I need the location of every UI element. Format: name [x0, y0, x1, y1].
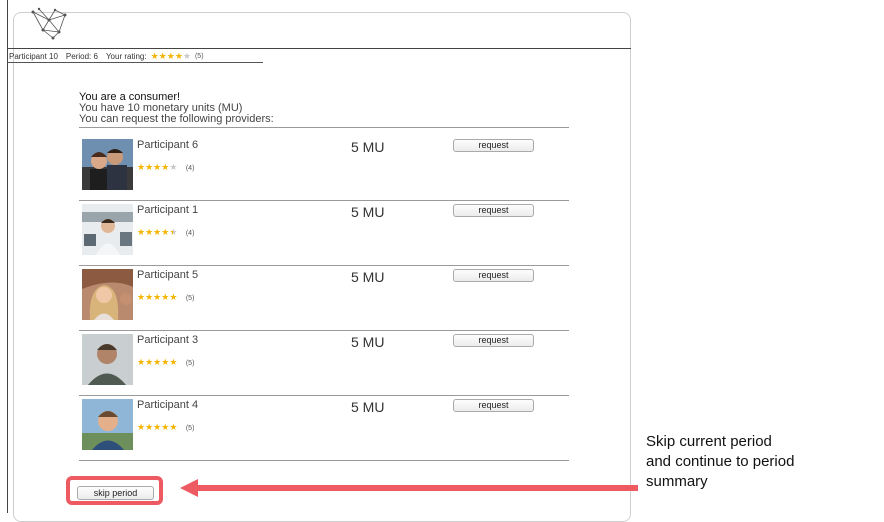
- participant-id: Participant 10: [9, 52, 58, 61]
- provider-name: Participant 3: [137, 334, 199, 346]
- provider-name: Participant 4: [137, 399, 199, 411]
- provider-name: Participant 6: [137, 139, 199, 151]
- annotation-arrow: [180, 479, 638, 497]
- request-button[interactable]: request: [453, 139, 534, 152]
- provider-avatar: [82, 334, 133, 385]
- star-icon: ★: [145, 292, 154, 302]
- star-icon: ★: [169, 357, 178, 367]
- star-icon: ★: [166, 51, 175, 61]
- star-icon: ★: [161, 162, 170, 172]
- provider-avatar: [82, 399, 133, 450]
- star-icon: ★: [169, 162, 178, 172]
- star-icon: ★: [145, 422, 154, 432]
- provider-row: Participant 1 ★ ★ ★ ★ ★ (4) 5 MU request: [79, 202, 569, 268]
- star-icon: ★: [169, 227, 178, 237]
- star-icon: ★: [169, 422, 178, 432]
- annotation-line-1: Skip current period: [646, 433, 772, 450]
- provider-rating-count: (4): [185, 230, 195, 237]
- provider-rating: ★ ★ ★ ★ ★ (5): [137, 352, 194, 370]
- star-icon: ★: [137, 162, 146, 172]
- star-icon: ★: [145, 357, 154, 367]
- provider-price: 5 MU: [351, 269, 385, 285]
- period-label: Period: 6: [65, 52, 98, 61]
- intro-divider: [79, 127, 569, 128]
- star-icon: ★: [161, 292, 170, 302]
- star-icon: ★: [169, 292, 178, 302]
- row-divider: [79, 460, 569, 461]
- star-icon: ★: [161, 357, 170, 367]
- annotation-line-3: summary: [646, 473, 708, 490]
- star-icon: ★: [137, 422, 146, 432]
- skip-period-button[interactable]: skip period: [77, 486, 154, 500]
- provider-rating-stars: ★ ★ ★ ★ ★: [137, 358, 177, 367]
- network-logo-icon: [31, 7, 67, 40]
- provider-row: Participant 6 ★ ★ ★ ★ ★ (4) 5 MU request: [79, 137, 569, 203]
- star-icon: ★: [158, 51, 167, 61]
- header-divider: [7, 48, 631, 49]
- provider-rating-count: (4): [185, 165, 195, 172]
- your-rating-count: (5): [194, 53, 204, 60]
- star-icon: ★: [161, 422, 170, 432]
- your-rating-label: Your rating:: [105, 52, 147, 61]
- provider-row: Participant 3 ★ ★ ★ ★ ★ (5) 5 MU request: [79, 332, 569, 398]
- star-icon: ★: [153, 292, 162, 302]
- provider-rating-count: (5): [185, 360, 195, 367]
- provider-rating-stars: ★ ★ ★ ★ ★: [137, 228, 177, 237]
- provider-rating: ★ ★ ★ ★ ★ (4): [137, 222, 194, 240]
- left-frame-line: [7, 0, 8, 513]
- row-divider: [79, 200, 569, 201]
- provider-rating-stars: ★ ★ ★ ★ ★: [137, 293, 177, 302]
- provider-rating: ★ ★ ★ ★ ★ (5): [137, 417, 194, 435]
- provider-row: Participant 4 ★ ★ ★ ★ ★ (5) 5 MU request: [79, 397, 569, 463]
- star-icon: ★: [137, 357, 146, 367]
- provider-price: 5 MU: [351, 334, 385, 350]
- request-button[interactable]: request: [453, 399, 534, 412]
- provider-price: 5 MU: [351, 399, 385, 415]
- provider-price: 5 MU: [351, 139, 385, 155]
- star-icon: ★: [150, 51, 159, 61]
- row-divider: [79, 265, 569, 266]
- provider-avatar: [82, 204, 133, 255]
- provider-name: Participant 5: [137, 269, 199, 281]
- provider-rating: ★ ★ ★ ★ ★ (5): [137, 287, 194, 305]
- your-rating-stars: ★ ★ ★ ★ ★: [151, 52, 191, 61]
- request-button[interactable]: request: [453, 204, 534, 217]
- star-icon: ★: [153, 227, 162, 237]
- provider-rating-stars: ★ ★ ★ ★ ★: [137, 423, 177, 432]
- request-button[interactable]: request: [453, 334, 534, 347]
- star-icon: ★: [145, 162, 154, 172]
- consumer-intro: You are a consumer! You have 10 monetary…: [79, 92, 274, 125]
- star-icon: ★: [182, 51, 191, 61]
- annotation-line-2: and continue to period: [646, 453, 795, 470]
- request-instruction: You can request the following providers:: [79, 113, 274, 125]
- row-divider: [79, 330, 569, 331]
- provider-rating-count: (5): [185, 295, 195, 302]
- provider-row: Participant 5 ★ ★ ★ ★ ★ (5) 5 MU request: [79, 267, 569, 333]
- provider-avatar: [82, 269, 133, 320]
- star-icon: ★: [145, 227, 154, 237]
- star-icon: ★: [153, 162, 162, 172]
- star-icon: ★: [153, 422, 162, 432]
- provider-rating: ★ ★ ★ ★ ★ (4): [137, 157, 194, 175]
- provider-rating-stars: ★ ★ ★ ★ ★: [137, 163, 177, 172]
- request-button[interactable]: request: [453, 269, 534, 282]
- star-icon: ★: [153, 357, 162, 367]
- star-icon: ★: [137, 227, 146, 237]
- status-underline: [7, 62, 263, 63]
- provider-rating-count: (5): [185, 425, 195, 432]
- provider-price: 5 MU: [351, 204, 385, 220]
- row-divider: [79, 395, 569, 396]
- annotation-text: Skip current period and continue to peri…: [646, 432, 794, 492]
- provider-avatar: [82, 139, 133, 190]
- star-icon: ★: [174, 51, 183, 61]
- star-icon: ★: [137, 292, 146, 302]
- status-bar: Participant 10 Period: 6 Your rating: ★ ★…: [9, 52, 204, 62]
- provider-name: Participant 1: [137, 204, 199, 216]
- star-icon: ★: [161, 227, 170, 237]
